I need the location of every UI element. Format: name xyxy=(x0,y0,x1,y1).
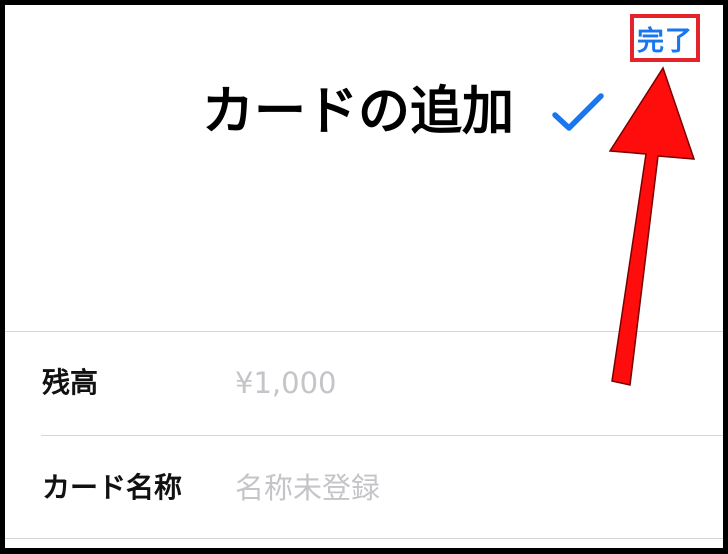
balance-label: 残高 xyxy=(42,366,99,399)
page-title: カードの追加 xyxy=(202,82,515,142)
balance-input[interactable] xyxy=(235,361,675,405)
card-name-row: カード名称 xyxy=(5,438,723,538)
done-button[interactable]: 完了 xyxy=(630,14,700,62)
balance-row: 残高 xyxy=(5,333,723,433)
card-name-label: カード名称 xyxy=(42,471,183,504)
section-divider-top xyxy=(5,331,723,332)
checkmark-icon xyxy=(552,93,604,131)
card-name-input[interactable] xyxy=(235,466,675,510)
app-screen: 完了 カードの追加 残高 カード名称 xyxy=(0,0,728,554)
title-area: カードの追加 xyxy=(5,77,723,147)
row-divider xyxy=(41,435,723,436)
section-divider-bottom xyxy=(5,538,723,539)
